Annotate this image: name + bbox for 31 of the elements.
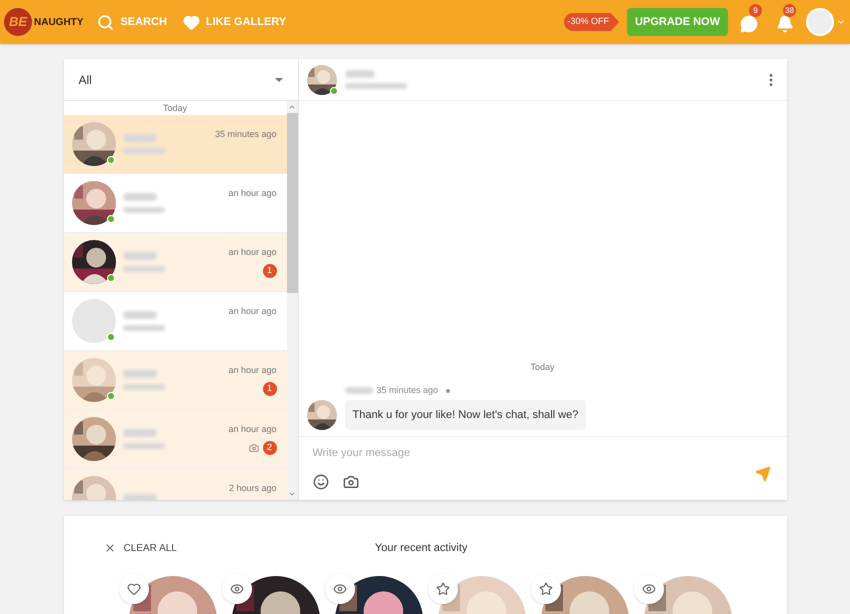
time-label: 35 minutes ago [214, 128, 276, 142]
unread-count: 1 [262, 264, 276, 278]
section-label: Today [162, 102, 188, 115]
time-label: an hour ago [228, 364, 276, 378]
message-bubble: Thank u for your like! Now let's chat, shall we? [344, 400, 586, 430]
messages-badge: 9 [749, 4, 762, 17]
unread-count: 1 [262, 382, 276, 396]
conversation-item[interactable]: an hour ago 2 [64, 410, 286, 469]
discount-tag: -30% OFF [564, 13, 620, 31]
conversation-item[interactable]: 35 minutes ago [64, 115, 286, 174]
clear-all-button[interactable]: CLEAR ALL [104, 540, 177, 556]
time-label: an hour ago [228, 187, 276, 200]
time-label: an hour ago [228, 423, 276, 436]
message-time: 35 minutes ago [376, 384, 438, 397]
logo-text: NAUGHTY [34, 16, 84, 30]
time-label: an hour ago [228, 246, 276, 260]
conversation-item[interactable]: an hour ago 1 [64, 233, 286, 292]
time-label: 2 hours ago [228, 482, 276, 496]
unread-count: 2 [262, 440, 276, 455]
filter-dropdown[interactable]: All [64, 59, 298, 101]
conversation-item[interactable]: an hour ago [64, 174, 286, 233]
conversation-item[interactable]: an hour ago [64, 292, 286, 351]
time-label: an hour ago [228, 305, 276, 318]
date-label: Today [529, 360, 556, 374]
message-field[interactable]: Write your message [312, 445, 772, 462]
conversation-item[interactable]: 2 hours ago [64, 469, 286, 500]
upgrade-button[interactable]: UPGRADE NOW [627, 8, 728, 36]
logo-mark: BE [4, 8, 32, 36]
activity-title: Your recent activity [374, 540, 468, 556]
notifications-badge: 38 [783, 4, 796, 17]
conversation-item[interactable]: an hour ago 1 [64, 351, 286, 410]
